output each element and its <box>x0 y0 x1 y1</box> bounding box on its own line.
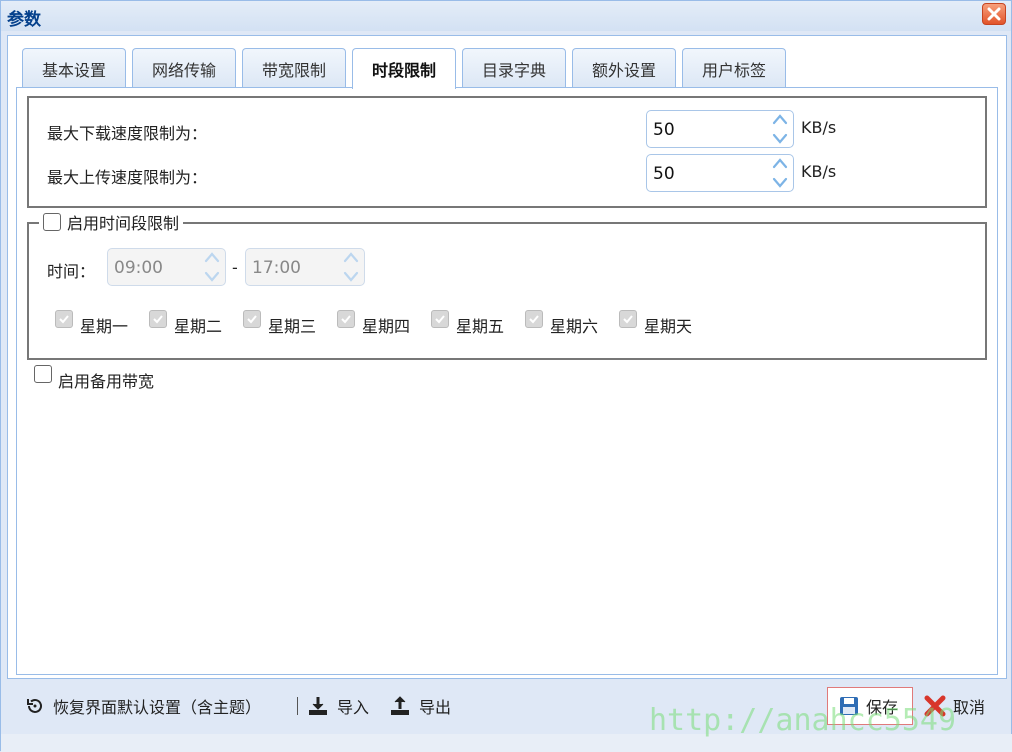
save-button[interactable]: 保存 <box>827 687 913 725</box>
monday-label: 星期一 <box>80 317 129 336</box>
time-period-group: 时间： 09:00 - 17:00 星期一 星期二 星期三 星期四 星期五 星期… <box>27 222 987 360</box>
saturday-label: 星期六 <box>550 317 599 336</box>
check-icon <box>623 315 633 324</box>
tuesday-checkbox[interactable] <box>149 310 167 328</box>
spinner-arrows <box>771 157 789 189</box>
time-separator: - <box>232 258 238 277</box>
tab-label: 时段限制 <box>371 61 436 80</box>
time-label: 时间： <box>47 262 96 281</box>
wednesday-label: 星期三 <box>268 317 317 336</box>
thursday-checkbox[interactable] <box>337 310 355 328</box>
tab-network-transfer[interactable]: 网络传输 <box>132 48 236 88</box>
tab-basic-settings[interactable]: 基本设置 <box>22 48 126 88</box>
tab-strip: 基本设置 网络传输 带宽限制 时段限制 目录字典 额外设置 用户标签 <box>8 36 1006 89</box>
chevron-up-icon[interactable] <box>772 113 788 125</box>
chevron-down-icon[interactable] <box>343 271 359 283</box>
enable-time-period-checkbox[interactable] <box>43 213 61 231</box>
import-button[interactable]: 导入 <box>307 691 369 721</box>
export-label: 导出 <box>419 698 452 717</box>
tab-directory-dictionary[interactable]: 目录字典 <box>462 48 566 88</box>
export-button[interactable]: 导出 <box>389 691 451 721</box>
chevron-down-icon[interactable] <box>772 133 788 145</box>
restore-defaults-label: 恢复界面默认设置（含主题） <box>53 698 262 717</box>
restore-history-icon <box>27 698 42 713</box>
save-label: 保存 <box>866 698 899 717</box>
enable-backup-bandwidth-label: 启用备用带宽 <box>58 372 155 391</box>
check-icon <box>435 315 445 324</box>
check-icon <box>529 315 539 324</box>
check-icon <box>247 315 257 324</box>
download-limit-label: 最大下载速度限制为： <box>47 124 208 143</box>
tab-label: 带宽限制 <box>261 60 326 80</box>
enable-backup-bandwidth-checkbox[interactable] <box>34 365 52 383</box>
chevron-up-icon[interactable] <box>772 157 788 169</box>
floppy-disk-icon <box>840 697 858 715</box>
cancel-button[interactable]: 取消 <box>923 687 1003 725</box>
cancel-x-icon <box>924 695 946 717</box>
friday-checkbox[interactable] <box>431 310 449 328</box>
tab-content: 最大下载速度限制为： 50 KB/s 最大上传速度限制为： 50 KB/s 时间… <box>16 87 998 675</box>
end-time-value: 17:00 <box>252 258 301 278</box>
dialog-title: 参数 <box>7 10 41 30</box>
upload-unit: KB/s <box>801 162 837 181</box>
chevron-up-icon[interactable] <box>343 251 359 263</box>
tab-label: 网络传输 <box>151 60 216 80</box>
spinner-arrows <box>342 251 360 283</box>
sunday-label: 星期天 <box>644 317 693 336</box>
chevron-down-icon[interactable] <box>204 271 220 283</box>
saturday-checkbox[interactable] <box>525 310 543 328</box>
check-icon <box>59 315 69 324</box>
end-time-spinner[interactable]: 17:00 <box>245 248 365 286</box>
upload-limit-label: 最大上传速度限制为： <box>47 168 208 187</box>
restore-defaults-button[interactable]: 恢复界面默认设置（含主题） <box>25 691 261 721</box>
background-strip <box>1 734 1012 752</box>
upload-limit-value: 50 <box>653 164 675 184</box>
tab-user-tags[interactable]: 用户标签 <box>682 48 786 88</box>
chevron-down-icon[interactable] <box>772 177 788 189</box>
export-icon <box>391 696 409 715</box>
tab-time-period-limit[interactable]: 时段限制 <box>352 48 456 89</box>
upload-limit-spinner[interactable]: 50 <box>646 154 794 192</box>
close-icon <box>987 7 1001 21</box>
footer-separator <box>297 697 298 715</box>
sunday-checkbox[interactable] <box>619 310 637 328</box>
download-limit-value: 50 <box>653 120 675 140</box>
tuesday-label: 星期二 <box>174 317 223 336</box>
cancel-label: 取消 <box>953 698 986 717</box>
check-icon <box>153 315 163 324</box>
monday-checkbox[interactable] <box>55 310 73 328</box>
settings-panel: 基本设置 网络传输 带宽限制 时段限制 目录字典 额外设置 用户标签 最大下载速… <box>7 35 1007 679</box>
wednesday-checkbox[interactable] <box>243 310 261 328</box>
chevron-up-icon[interactable] <box>204 251 220 263</box>
tab-bandwidth-limit[interactable]: 带宽限制 <box>242 48 346 88</box>
time-period-legend: 启用时间段限制 <box>39 211 184 233</box>
tab-label: 目录字典 <box>481 60 546 80</box>
import-icon <box>309 697 327 715</box>
download-limit-spinner[interactable]: 50 <box>646 110 794 148</box>
spinner-arrows <box>771 113 789 145</box>
friday-label: 星期五 <box>456 317 505 336</box>
tab-extra-settings[interactable]: 额外设置 <box>572 48 676 88</box>
start-time-value: 09:00 <box>114 258 163 278</box>
download-unit: KB/s <box>801 118 837 137</box>
tab-label: 用户标签 <box>701 60 766 80</box>
spinner-arrows <box>203 251 221 283</box>
parameters-dialog: 参数 基本设置 网络传输 带宽限制 时段限制 目录字典 额外设置 用户标签 最大… <box>0 0 1012 752</box>
start-time-spinner[interactable]: 09:00 <box>107 248 226 286</box>
check-icon <box>341 315 351 324</box>
tab-label: 额外设置 <box>591 60 656 80</box>
close-button[interactable] <box>982 3 1006 25</box>
speed-limit-group: 最大下载速度限制为： 50 KB/s 最大上传速度限制为： 50 KB/s <box>27 96 987 208</box>
title-bar[interactable]: 参数 <box>1 1 1011 31</box>
tab-label: 基本设置 <box>41 60 106 80</box>
enable-time-period-label: 启用时间段限制 <box>67 214 180 233</box>
import-label: 导入 <box>337 698 370 717</box>
thursday-label: 星期四 <box>362 317 411 336</box>
